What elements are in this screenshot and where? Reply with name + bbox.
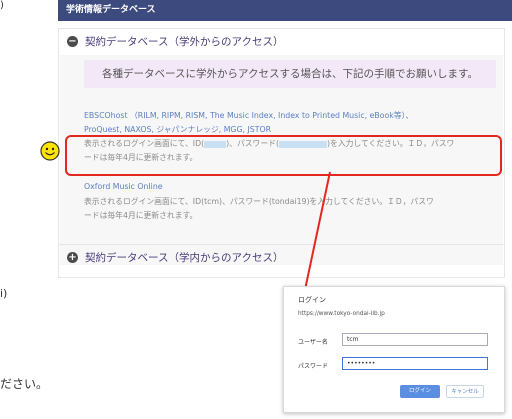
- oxford-instructions-line2: ードは毎年4月に更新されます。: [84, 211, 198, 220]
- page-fragment-mid: i): [0, 287, 8, 300]
- header-title: 学術情報データベース: [66, 5, 156, 15]
- section-external-access-title[interactable]: 契約データベース（学外からのアクセス）: [85, 34, 283, 49]
- oxford-instructions-line1: 表示されるログイン画面にて、ID(tcm)、パスワード(tondai19)を入力…: [84, 197, 434, 206]
- password-input[interactable]: ••••••••: [342, 357, 488, 370]
- page-fragment-bottom: ださい。: [0, 377, 49, 391]
- section-external-access-header[interactable]: − 契約データベース（学外からのアクセス）: [59, 29, 504, 55]
- dialog-url: https://www.tokyo-ondai-lib.jp: [298, 311, 385, 317]
- highlight-box: [65, 135, 502, 176]
- login-button[interactable]: ログイン: [400, 385, 440, 398]
- section-internal-access-header[interactable]: + 契約データベース（学内からのアクセス）: [59, 244, 504, 271]
- smiley-icon: [40, 141, 60, 161]
- dialog-title: ログイン: [298, 296, 326, 304]
- username-label: ユーザー名: [298, 339, 328, 346]
- access-notice-text: 各種データベースに学外からアクセスする場合は、下記の手順でお願いします。: [102, 68, 478, 80]
- password-label: パスワード: [298, 363, 329, 370]
- access-notice: 各種データベースに学外からアクセスする場合は、下記の手順でお願いします。: [84, 60, 496, 88]
- ebsco-link-line2[interactable]: ProQuest, NAXOS, ジャパンナレッジ, MGG, JSTOR: [84, 124, 271, 135]
- expand-icon[interactable]: +: [67, 252, 78, 263]
- collapse-icon[interactable]: −: [67, 36, 78, 47]
- username-input[interactable]: tcm: [342, 333, 488, 346]
- section-internal-access-title[interactable]: 契約データベース（学内からのアクセス）: [85, 250, 283, 265]
- cancel-button[interactable]: キャンセル: [446, 385, 484, 398]
- oxford-music-link-text[interactable]: Oxford Music Online: [84, 182, 163, 191]
- page-fragment-top: ): [0, 0, 4, 11]
- ebsco-link-line1[interactable]: EBSCOhost （RILM, RIPM, RISM, The Music I…: [84, 110, 413, 121]
- database-header: 学術情報データベース: [58, 0, 512, 21]
- login-dialog: ログイン https://www.tokyo-ondai-lib.jp ユーザー…: [283, 286, 505, 413]
